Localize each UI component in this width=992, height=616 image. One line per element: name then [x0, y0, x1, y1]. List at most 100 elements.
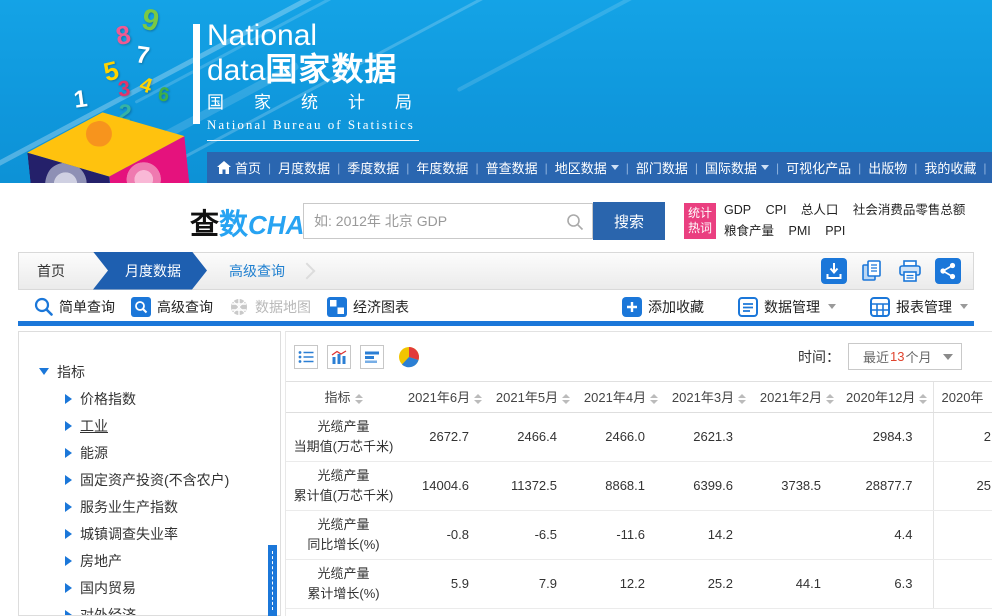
sort-icon[interactable]: [562, 394, 570, 404]
share-button[interactable]: [935, 258, 961, 284]
sidebar-splitter-handle[interactable]: [268, 545, 277, 616]
search-filled-icon: [131, 297, 151, 317]
nav-item-publications[interactable]: 出版物: [868, 158, 924, 177]
column-header[interactable]: 2021年3月: [665, 382, 753, 412]
tab-advanced-query[interactable]: 高级查询: [207, 261, 299, 281]
logo-subtitle-cn: 国家统计局: [207, 90, 419, 116]
download-button[interactable]: [821, 258, 847, 284]
search-input[interactable]: [304, 204, 592, 238]
column-header[interactable]: 2020年12月: [841, 382, 933, 412]
triangle-right-icon: [65, 529, 72, 539]
hot-word-pmi[interactable]: PMI: [789, 224, 811, 238]
nav-item-visualization[interactable]: 可视化产品: [786, 158, 868, 177]
sort-icon[interactable]: [650, 394, 658, 404]
tree-item-service-index[interactable]: 服务业生产指数: [65, 493, 280, 520]
search-button[interactable]: 搜索: [593, 202, 665, 240]
logo-title-en-cn: data国家数据: [207, 52, 419, 88]
hot-word-gdp[interactable]: GDP: [724, 203, 751, 217]
add-favorite-button[interactable]: 添加收藏: [622, 297, 704, 317]
column-header[interactable]: 2021年5月: [489, 382, 577, 412]
tree-item-real-estate[interactable]: 房地产: [65, 547, 280, 574]
bar-chart-view-button[interactable]: [327, 345, 351, 369]
column-header[interactable]: 2021年2月: [753, 382, 841, 412]
triangle-right-icon: [65, 610, 72, 616]
table-row: 光缆产量累计值(万芯千米) 14004.6 11372.5 8868.1 639…: [286, 461, 992, 510]
nav-item-international[interactable]: 国际数据: [705, 158, 786, 177]
tree-item-unemployment[interactable]: 城镇调查失业率: [65, 520, 280, 547]
chart-squares-icon: [327, 297, 347, 317]
sort-icon[interactable]: [919, 394, 927, 404]
home-icon: [217, 161, 231, 174]
column-header-indicator[interactable]: 指标: [286, 382, 401, 412]
sort-icon[interactable]: [355, 394, 363, 404]
pie-chart-icon: [398, 346, 420, 368]
tree-item-foreign-economy[interactable]: 对外经济: [65, 601, 280, 616]
report-manage-dropdown[interactable]: 报表管理: [870, 297, 968, 317]
copy-button[interactable]: [859, 258, 885, 284]
time-range-dropdown[interactable]: 最近13个月: [848, 343, 962, 370]
indicator-cell: 光缆产量当期值(万芯千米): [286, 412, 401, 461]
nav-item-home[interactable]: 首页: [217, 158, 278, 177]
table-view-button[interactable]: [294, 345, 318, 369]
tree-item-domestic-trade[interactable]: 国内贸易: [65, 574, 280, 601]
search-icon: [566, 213, 584, 231]
tree-item-industry[interactable]: 工业: [65, 412, 280, 439]
indicator-sidebar: 指标 价格指数 工业 能源 固定资产投资(不含农户) 服务业生产指数 城镇调查失…: [18, 331, 281, 616]
list-view-icon: [298, 350, 314, 364]
hbar-chart-view-button[interactable]: [360, 345, 384, 369]
economic-charts-button[interactable]: 经济图表: [327, 297, 409, 317]
triangle-right-icon: [65, 448, 72, 458]
table-box-icon: [870, 297, 890, 317]
triangle-right-icon: [65, 394, 72, 404]
print-button[interactable]: [897, 258, 923, 284]
triangle-right-icon: [65, 502, 72, 512]
pie-chart-view-button[interactable]: [397, 345, 421, 369]
nav-item-departmental[interactable]: 部门数据: [636, 158, 705, 177]
hot-word-retail[interactable]: 社会消费品零售总额: [853, 203, 966, 217]
column-header-clipped[interactable]: 2020年: [933, 382, 992, 412]
data-panel: 时间： 最近13个月 指标 2021年6月 2021年5月 2021年4月 20…: [285, 331, 992, 616]
nav-item-census[interactable]: 普查数据: [486, 158, 555, 177]
site-logo: National data国家数据 国家统计局 National Bureau …: [207, 20, 419, 141]
column-header[interactable]: 2021年6月: [401, 382, 489, 412]
chevron-down-icon: [960, 304, 968, 309]
simple-query-button[interactable]: 简单查询: [34, 297, 115, 317]
hot-word-ppi[interactable]: PPI: [825, 224, 845, 238]
sort-icon[interactable]: [474, 394, 482, 404]
globe-icon: [229, 297, 249, 317]
query-toolbar: 简单查询 高级查询 数据地图 经济图表 添加收藏 数据管理 报表管理: [18, 292, 974, 321]
logo-divider-bar: [193, 24, 200, 124]
table-row: 光缆产量累计增长(%) 5.9 7.9 12.2 25.2 44.1 6.3: [286, 559, 992, 608]
nav-item-monthly[interactable]: 月度数据: [278, 158, 347, 177]
tree-item-fixed-assets[interactable]: 固定资产投资(不含农户): [65, 466, 280, 493]
data-map-button[interactable]: 数据地图: [229, 297, 311, 317]
bar-chart-icon: [331, 350, 347, 364]
nav-item-annual[interactable]: 年度数据: [416, 158, 485, 177]
sort-icon[interactable]: [826, 394, 834, 404]
tab-monthly-data-active[interactable]: 月度数据: [93, 252, 207, 290]
table-row: 光缆产量当期值(万芯千米) 2672.7 2466.4 2466.0 2621.…: [286, 412, 992, 461]
hot-word-grain[interactable]: 粮食产量: [724, 224, 774, 238]
search-box: [303, 203, 593, 239]
hot-word-cpi[interactable]: CPI: [766, 203, 787, 217]
triangle-right-icon: [65, 583, 72, 593]
nav-item-regional[interactable]: 地区数据: [555, 158, 636, 177]
tab-home[interactable]: 首页: [19, 261, 93, 281]
data-table: 指标 2021年6月 2021年5月 2021年4月 2021年3月 2021年…: [286, 382, 992, 609]
column-header[interactable]: 2021年4月: [577, 382, 665, 412]
nav-item-favorites[interactable]: 我的收藏: [924, 158, 992, 177]
nav-item-quarterly[interactable]: 季度数据: [347, 158, 416, 177]
hot-word-population[interactable]: 总人口: [801, 203, 839, 217]
search-outline-icon: [34, 297, 53, 316]
table-header-row: 指标 2021年6月 2021年5月 2021年4月 2021年3月 2021年…: [286, 382, 992, 412]
data-manage-dropdown[interactable]: 数据管理: [738, 297, 836, 317]
indicator-cell: 光缆产量累计增长(%): [286, 559, 401, 608]
tree-item-energy[interactable]: 能源: [65, 439, 280, 466]
table-row: 光缆产量同比增长(%) -0.8 -6.5 -11.6 14.2 4.4: [286, 510, 992, 559]
tree-item-price-index[interactable]: 价格指数: [65, 385, 280, 412]
hot-words-badge: 统计 热词: [684, 203, 716, 239]
advanced-query-button[interactable]: 高级查询: [131, 297, 213, 317]
sort-icon[interactable]: [738, 394, 746, 404]
tree-root-indicators[interactable]: 指标: [39, 358, 280, 385]
main-nav: 首页 月度数据 季度数据 年度数据 普查数据 地区数据 部门数据 国际数据 可视…: [207, 152, 992, 183]
